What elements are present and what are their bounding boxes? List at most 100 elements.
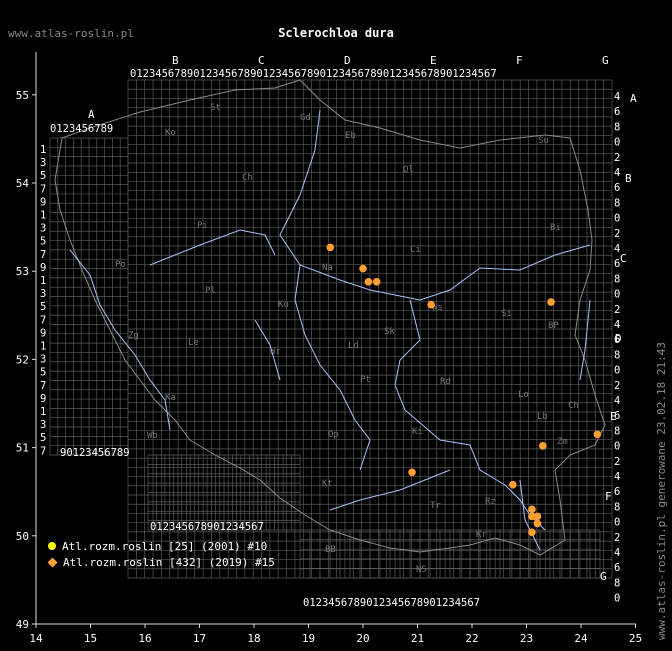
legend: Atl.rozm.roslin [25] (2001) #10 Atl.rozm… — [47, 538, 275, 570]
grid-digit: 0 — [614, 289, 620, 301]
grid-digit-row: 0123456789012345678901234567 — [303, 597, 480, 609]
x-tick-label: 22 — [465, 632, 478, 645]
y-tick-label: 51 — [16, 442, 29, 455]
region-label: St — [210, 103, 221, 113]
region-label: Eb — [345, 131, 356, 141]
legend-label: Atl.rozm.roslin [25] (2001) #10 — [62, 539, 268, 553]
grid-letter: G — [600, 570, 607, 583]
region-label: Ol — [403, 165, 414, 175]
occurrence-point — [593, 430, 602, 439]
grid-letter: A — [630, 92, 637, 105]
x-tick-label: 17 — [193, 632, 206, 645]
region-label: Sk — [384, 327, 395, 337]
region-label: Zg — [128, 331, 139, 341]
region-label: Pi — [197, 221, 208, 231]
occurrence-point — [528, 528, 536, 537]
grid-digit-row: 90123456789 — [60, 447, 130, 459]
occurrence-point — [533, 519, 542, 528]
grid-digit: 3 — [40, 223, 46, 235]
grid-letter: F — [516, 54, 523, 67]
y-tick-label: 49 — [16, 618, 29, 631]
grid-digit: 9 — [40, 327, 46, 339]
grid-digit: 1 — [40, 210, 46, 222]
orange-diamond-icon — [47, 557, 58, 567]
yellow-circle-icon — [48, 542, 56, 550]
grid-digit: 1 — [40, 275, 46, 287]
region-label: Ch — [242, 173, 253, 183]
region-label: Po — [115, 260, 126, 270]
grid-digit: 3 — [40, 419, 46, 431]
occurrence-point — [528, 512, 536, 521]
grid-digit-row: 012345678901234567 — [150, 521, 264, 533]
grid-digit: 5 — [40, 236, 46, 248]
x-ticks: 14 15 16 17 18 19 20 21 22 23 24 25 — [29, 624, 642, 645]
grid-letter: B — [172, 54, 179, 67]
region-label: Kr — [476, 530, 487, 540]
y-tick-label: 50 — [16, 530, 29, 543]
grid-digit: 0 — [614, 441, 620, 453]
grid-digit: 9 — [40, 196, 46, 208]
region-label: Si — [501, 309, 512, 319]
region-label: Pl — [205, 286, 216, 296]
x-tick-label: 20 — [356, 632, 369, 645]
region-label: Kt — [322, 479, 333, 489]
x-tick-label: 19 — [302, 632, 315, 645]
occurrence-point — [372, 277, 381, 286]
occurrence-point — [364, 277, 373, 286]
x-tick-label: 14 — [29, 632, 43, 645]
grid-digit: 0 — [614, 213, 620, 225]
grid-digit: 4 — [614, 319, 620, 331]
grid-digit: 9 — [40, 393, 46, 405]
grid-digit: 4 — [614, 395, 620, 407]
grid-digit: 4 — [614, 471, 620, 483]
grid-digit: 0 — [614, 137, 620, 149]
occurrence-point — [528, 505, 536, 514]
grid-digit: 3 — [40, 157, 46, 169]
grid-digit: 7 — [40, 183, 46, 195]
region-label: Zm — [557, 437, 568, 447]
grid-letter: D — [615, 332, 622, 345]
region-label: Le — [188, 338, 199, 348]
grid-digit: 2 — [614, 304, 620, 316]
grid-letter: E — [430, 54, 437, 67]
y-tick-label: 53 — [16, 265, 29, 278]
map-stage: www.atlas-roslin.pl Sclerochloa dura 14 1… — [0, 0, 672, 651]
grid-digit: 5 — [40, 367, 46, 379]
grid-digit: 3 — [40, 354, 46, 366]
grid-letter: C — [258, 54, 265, 67]
region-label: Ch — [568, 401, 579, 411]
grid-digit: 8 — [614, 273, 620, 285]
grid-digit: 7 — [40, 380, 46, 392]
x-tick-label: 16 — [138, 632, 151, 645]
grid-digit: 9 — [40, 262, 46, 274]
grid-digit: 8 — [614, 121, 620, 133]
region-label: Lb — [537, 412, 548, 422]
atpol-grid — [49, 79, 613, 579]
y-tick-label: 54 — [16, 177, 30, 190]
occurrence-point — [359, 264, 367, 273]
region-label: Ci — [410, 245, 421, 255]
occurrence-point — [427, 300, 435, 309]
x-tick-label: 23 — [520, 632, 533, 645]
y-tick-label: 55 — [16, 89, 29, 102]
region-label: Ko — [165, 128, 176, 138]
grid-digit: 2 — [614, 532, 620, 544]
region-label: Rd — [440, 377, 451, 387]
x-tick-label: 24 — [574, 632, 588, 645]
grid-digit-row: 0123456789012345678901234567890123456789… — [130, 68, 497, 80]
legend-item-2019: Atl.rozm.roslin [432] (2019) #15 — [47, 554, 275, 570]
region-label: Ko — [278, 300, 289, 310]
region-label: BB — [325, 545, 336, 555]
grid-digit: 5 — [40, 301, 46, 313]
grid-digit: 6 — [614, 106, 620, 118]
region-label: BP — [548, 321, 559, 331]
region-label: Tr — [430, 501, 441, 511]
region-label: NS — [416, 565, 427, 575]
grid-digit-row: 0123456789 — [50, 123, 113, 135]
grid-digit: 7 — [40, 445, 46, 457]
grid-digit: 6 — [614, 182, 620, 194]
region-label: Na — [322, 263, 333, 273]
grid-digit: 5 — [40, 432, 46, 444]
grid-digit: 6 — [614, 486, 620, 498]
grid-digit: 8 — [614, 349, 620, 361]
